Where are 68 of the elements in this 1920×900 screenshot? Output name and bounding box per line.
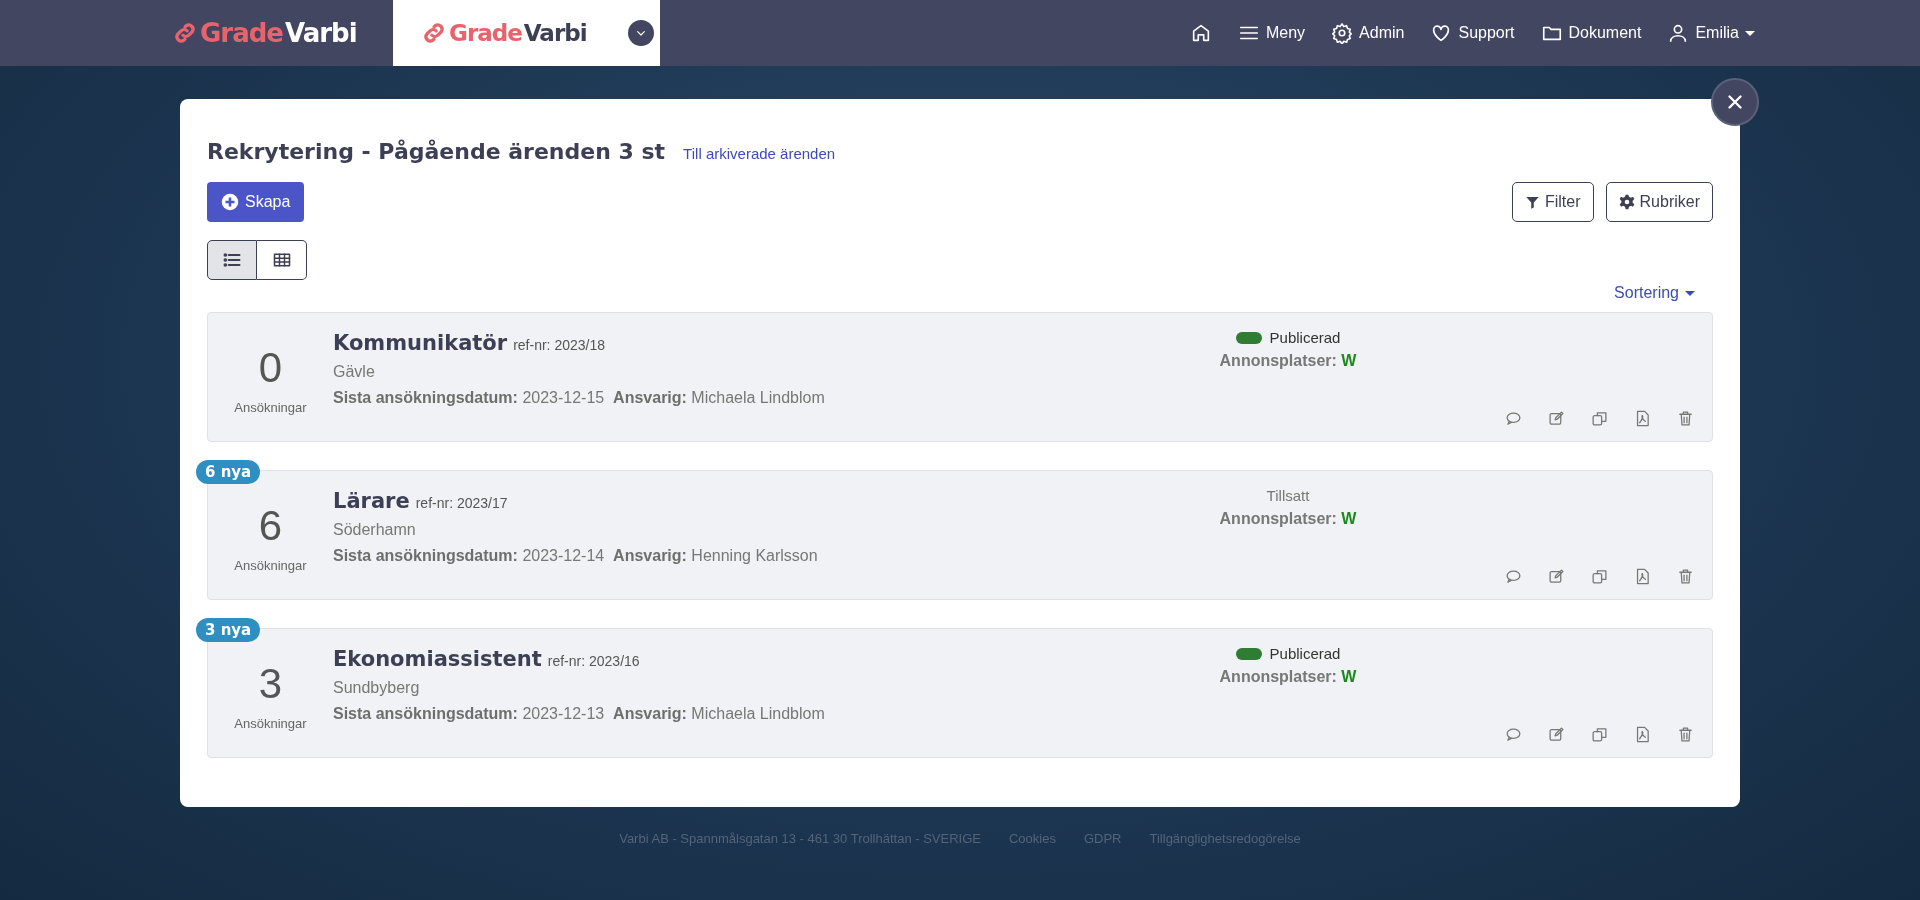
organization-switcher[interactable]: GradeVarbi — [393, 0, 660, 66]
job-location: Gävle — [333, 363, 376, 381]
sort-dropdown[interactable]: Sortering — [1614, 284, 1695, 302]
job-title[interactable]: Lärare — [333, 489, 410, 513]
new-count-badge: 6 nya — [196, 460, 261, 484]
list-icon — [222, 250, 242, 270]
job-title[interactable]: Ekonomiassistent — [333, 647, 542, 671]
home-link[interactable] — [1190, 22, 1212, 44]
archive-link[interactable]: Till arkiverade ärenden — [683, 145, 836, 162]
nav-link[interactable]: Dokument — [1540, 22, 1642, 44]
view-toggle[interactable] — [257, 240, 307, 280]
logo[interactable]: GradeVarbi — [172, 18, 393, 48]
reference-number: ref-nr: 2023/18 — [513, 337, 605, 353]
page-title: Rekrytering - Pågående ärenden 3 st — [207, 139, 666, 164]
close-button[interactable] — [1711, 78, 1759, 126]
application-count: 0 — [258, 343, 283, 392]
view-toggle[interactable] — [207, 240, 257, 280]
pdf-file-icon — [1634, 726, 1651, 743]
trash-icon — [1677, 410, 1694, 427]
link-icon — [421, 20, 447, 46]
job-card[interactable]: 0 Ansökningar Kommunikatör ref-nr: 2023/18 Gävle Sista ansökningsdatum: 2023-12-15 Ansvarig: Michaela Lindblom Publicerad Annonsplatser: W — [207, 312, 1713, 442]
plus-circle-icon — [221, 193, 239, 211]
job-status: Publicerad — [1269, 645, 1341, 662]
job-title[interactable]: Kommunikatör — [333, 331, 508, 355]
gear-icon — [1618, 194, 1635, 210]
job-details: Sista ansökningsdatum: 2023-12-13 Ansvarig: Michaela Lindblom — [333, 705, 826, 723]
edit-icon — [1548, 410, 1565, 427]
speech-bubble-icon — [1505, 568, 1522, 585]
job-location: Sundbyberg — [333, 679, 421, 697]
reference-number: ref-nr: 2023/17 — [415, 495, 508, 511]
nav-link[interactable]: Support — [1430, 22, 1515, 44]
create-button[interactable]: Skapa — [207, 182, 305, 222]
count-label: Ansökningar — [234, 399, 307, 415]
copy-icon — [1591, 410, 1608, 427]
speech-bubble-icon — [1505, 410, 1522, 427]
nav-link[interactable]: Admin — [1331, 22, 1405, 44]
filter-button[interactable]: Filter — [1511, 182, 1594, 222]
job-details: Sista ansökningsdatum: 2023-12-14 Ansvarig: Henning Karlsson — [333, 547, 819, 565]
count-label: Ansökningar — [234, 715, 307, 731]
reference-number: ref-nr: 2023/16 — [547, 653, 640, 669]
copy-icon — [1591, 726, 1608, 743]
new-count-badge: 3 nya — [196, 618, 261, 642]
settings-icon — [1331, 22, 1354, 44]
application-count: 6 — [258, 501, 283, 550]
nav-link[interactable]: Meny — [1238, 22, 1306, 44]
copy-icon — [1591, 568, 1608, 585]
link-icon — [172, 20, 198, 46]
speech-bubble-icon — [1505, 726, 1522, 743]
nav-link[interactable]: Emilia — [1667, 22, 1755, 44]
ad-channels: Annonsplatser: W — [1219, 668, 1357, 686]
count-label: Ansökningar — [234, 557, 307, 573]
columns-button[interactable]: Rubriker — [1605, 182, 1713, 222]
job-status: Tillsatt — [1266, 487, 1310, 504]
filter-icon — [1524, 194, 1540, 210]
trash-icon — [1677, 568, 1694, 585]
job-status: Publicerad — [1269, 329, 1341, 346]
edit-icon — [1548, 568, 1565, 585]
pdf-file-icon — [1634, 410, 1651, 427]
job-location: Söderhamn — [333, 521, 417, 539]
ad-channels: Annonsplatser: W — [1219, 510, 1357, 528]
pdf-file-icon — [1634, 568, 1651, 585]
edit-icon — [1548, 726, 1565, 743]
trash-icon — [1677, 726, 1694, 743]
job-details: Sista ansökningsdatum: 2023-12-15 Ansvarig: Michaela Lindblom — [333, 389, 826, 407]
grid-icon — [271, 250, 292, 270]
home-icon — [1190, 22, 1212, 44]
application-count: 3 — [258, 659, 283, 708]
ad-channels: Annonsplatser: W — [1219, 352, 1357, 370]
